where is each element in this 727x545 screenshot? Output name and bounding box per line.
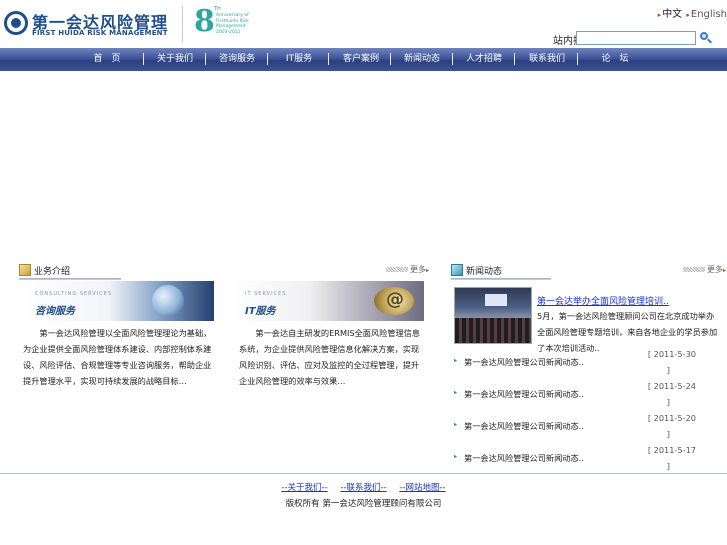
news-item-date: [ 2011-5-20 — [647, 413, 696, 423]
nav-item-home[interactable]: 首 页 — [84, 48, 130, 71]
services-section-icon — [19, 264, 31, 276]
anniversary-number: 8 — [194, 4, 215, 39]
logo-emblem-icon — [4, 11, 28, 35]
news-item-date: [ 2011-5-30 — [647, 349, 696, 359]
consulting-description: 第一会达风险管理以全面风险管理理论为基础，为企业提供全面风险管理体系建设、内部控… — [23, 328, 212, 386]
it-banner-title: IT服务 — [245, 306, 276, 317]
news-list-item: ▸ 第一会达风险管理公司新闻动态.. [ 2011-5-20 ] — [454, 413, 726, 448]
consulting-banner-en: CONSULTING SERVICES — [35, 291, 113, 297]
key-icon — [374, 287, 414, 315]
news-item-title[interactable]: 第一会达风险管理公司新闻动态.. — [464, 356, 584, 368]
news-feature-image[interactable] — [454, 287, 532, 344]
nav-item-news[interactable]: 新闻动态 — [399, 48, 445, 71]
it-banner[interactable]: IT SERVICES IT服务 — [233, 281, 424, 321]
news-list-item: ▸ 第一会达风险管理公司新闻动态.. [ 2011-5-24 ] — [454, 381, 726, 416]
lang-arrow-icon: ▸ — [686, 11, 690, 19]
news-item-date-close: ] — [666, 461, 670, 471]
footer-copyright: 版权所有 第一会达风险管理顾问有限公司 — [285, 499, 442, 509]
lang-english-link[interactable]: English — [691, 9, 727, 20]
news-more-link[interactable]: 更多▸ — [682, 264, 726, 275]
header-divider — [182, 6, 183, 42]
news-item-date: [ 2011-5-17 — [647, 445, 696, 455]
lang-chinese-link[interactable]: 中文 — [662, 9, 682, 20]
news-list-item: ▸ 第一会达风险管理公司新闻动态.. [ 2011-5-30 ] — [454, 349, 726, 384]
news-feature-title[interactable]: 第一会达举办全面风险管理培训.. — [537, 294, 669, 307]
logo-english-name: FIRST HUIDA RISK MANAGEMENT — [32, 29, 168, 37]
news-item-title[interactable]: 第一会达风险管理公司新闻动态.. — [464, 452, 584, 464]
footer-links: --关于我们-- --联系我们-- --网站地图-- — [0, 481, 727, 493]
bullet-icon: ▸ — [454, 357, 458, 364]
nav-item-it[interactable]: IT服务 — [276, 48, 322, 71]
nav-item-about[interactable]: 关于我们 — [152, 48, 198, 71]
bullet-icon: ▸ — [454, 421, 458, 428]
nav-item-forum[interactable]: 论 坛 — [592, 48, 638, 71]
it-description: 第一会达自主研发的ERMIS全面风险管理信息系统，为企业提供风险管理信息化解决方… — [239, 328, 421, 386]
anniversary-badge: 8 TH Anniversary of Firsthuida Risk Mana… — [194, 4, 254, 42]
search-button[interactable] — [699, 31, 713, 45]
nav-item-careers[interactable]: 人才招聘 — [461, 48, 507, 71]
footer-divider — [0, 473, 727, 474]
it-banner-en: IT SERVICES — [245, 291, 287, 297]
footer-link-contact[interactable]: --联系我们-- — [340, 483, 386, 493]
bullet-icon: ▸ — [454, 389, 458, 396]
language-switcher: ▸中文 ▸English — [657, 5, 727, 20]
globe-icon — [152, 285, 184, 317]
lang-arrow-icon: ▸ — [657, 11, 662, 19]
main-nav: 首 页 关于我们 咨询服务 IT服务 客户案例 新闻动态 人才招聘 联系我们 论… — [0, 48, 727, 71]
news-list-item: ▸ 第一会达风险管理公司新闻动态.. [ 2011-5-17 ] — [454, 445, 726, 480]
bullet-icon: ▸ — [454, 453, 458, 460]
consulting-banner[interactable]: CONSULTING SERVICES 咨询服务 — [23, 281, 214, 321]
nav-item-cases[interactable]: 客户案例 — [338, 48, 384, 71]
news-item-date-close: ] — [666, 429, 670, 439]
news-section-title: 新闻动态 — [466, 267, 503, 277]
site-header: 第一会达风险管理 FIRST HUIDA RISK MANAGEMENT 8 T… — [0, 0, 727, 48]
anniversary-sup: TH — [214, 6, 221, 12]
more-arrow-icon: ▸ — [425, 267, 429, 274]
site-logo[interactable]: 第一会达风险管理 FIRST HUIDA RISK MANAGEMENT — [4, 9, 172, 41]
more-arrow-icon: ▸ — [722, 267, 726, 274]
services-section-title: 业务介绍 — [34, 267, 71, 277]
footer-link-about[interactable]: --关于我们-- — [281, 483, 327, 493]
search-input[interactable] — [576, 31, 696, 45]
footer-link-sitemap[interactable]: --网站地图-- — [399, 483, 445, 493]
nav-item-consulting[interactable]: 咨询服务 — [214, 48, 260, 71]
news-item-title[interactable]: 第一会达风险管理公司新闻动态.. — [464, 388, 584, 400]
services-more-link[interactable]: 更多▸ — [385, 264, 429, 275]
nav-item-contact[interactable]: 联系我们 — [524, 48, 570, 71]
news-section-icon — [451, 264, 463, 276]
news-item-date-close: ] — [666, 365, 670, 375]
anniversary-text: Anniversary of Firsthuida Risk Managemen… — [216, 13, 249, 35]
consulting-banner-title: 咨询服务 — [35, 306, 75, 317]
news-item-date-close: ] — [666, 397, 670, 407]
news-item-date: [ 2011-5-24 — [647, 381, 696, 391]
news-item-title[interactable]: 第一会达风险管理公司新闻动态.. — [464, 420, 584, 432]
services-title-underline — [19, 278, 121, 280]
news-title-underline — [451, 278, 551, 280]
